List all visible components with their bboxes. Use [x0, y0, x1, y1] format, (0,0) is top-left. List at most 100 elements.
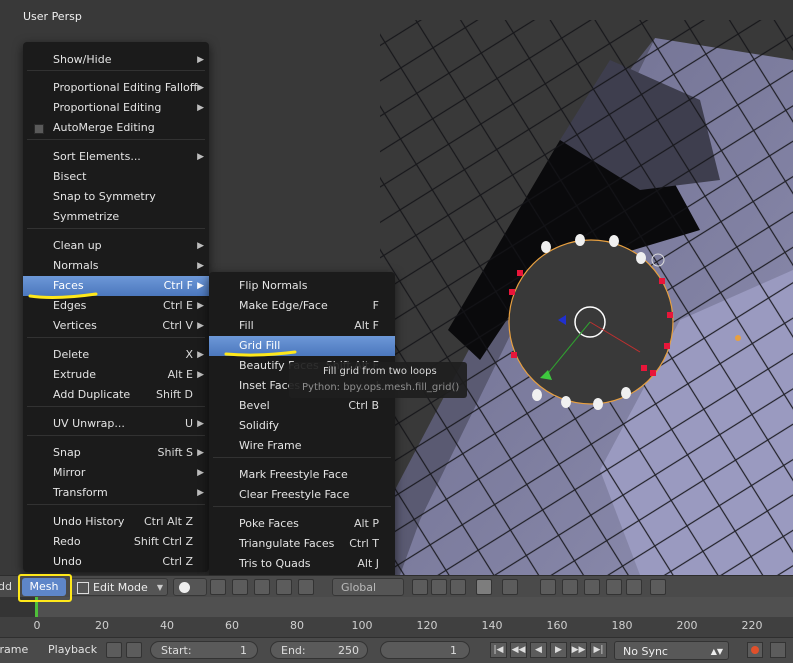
layers-icon[interactable] — [650, 579, 666, 595]
mesh-menu-item-normals[interactable]: Normals ▶ — [23, 256, 209, 276]
use-preview-range-icon[interactable] — [106, 642, 122, 658]
menu-separator — [27, 435, 205, 436]
timeline-strip[interactable] — [0, 597, 793, 617]
mesh-menu-item-redo[interactable]: Redo Shift Ctrl Z — [23, 532, 209, 552]
annotation-mesh-highlight — [18, 574, 72, 602]
mesh-menu-item-transform[interactable]: Transform ▶ — [23, 483, 209, 503]
sync-mode-selector[interactable]: No Sync ▲▼ — [614, 641, 729, 660]
mesh-menu-item-uv-unwrap[interactable]: UV Unwrap... U ▶ — [23, 414, 209, 434]
record-icon[interactable] — [747, 642, 763, 658]
mesh-menu-item-clean-up[interactable]: Clean up ▶ — [23, 236, 209, 256]
mesh-menu-item-vertices[interactable]: Vertices Ctrl V ▶ — [23, 316, 209, 336]
playback-menu[interactable]: Playback — [48, 643, 97, 656]
edit-mode-icon — [77, 582, 89, 594]
mesh-menu-item-snap-to-symmetry[interactable]: Snap to Symmetry — [23, 187, 209, 207]
start-frame-field[interactable]: Start: 1 — [150, 641, 258, 659]
mesh-menu-item-delete[interactable]: Delete X ▶ — [23, 345, 209, 365]
mesh-menu-item-undo-history[interactable]: Undo History Ctrl Alt Z — [23, 512, 209, 532]
mesh-menu-item-sort-elements[interactable]: Sort Elements... ▶ — [23, 147, 209, 167]
menu-item-shortcut: Ctrl F — [163, 279, 193, 292]
menu-item-shortcut: Ctrl Z — [162, 555, 193, 568]
jump-start-icon[interactable]: |◀ — [490, 642, 507, 658]
submenu-arrow-icon: ▶ — [197, 370, 204, 380]
mesh-menu-item-extrude[interactable]: Extrude Alt E ▶ — [23, 365, 209, 385]
faces-menu-item-triangulate-faces[interactable]: Triangulate Faces Ctrl T — [209, 534, 395, 554]
menu-item-shortcut: Alt P — [353, 517, 379, 530]
menu-item-shortcut: X — [185, 348, 193, 361]
menu-item-label: Extrude — [53, 368, 97, 381]
face-select-icon[interactable] — [450, 579, 466, 595]
mesh-menu-item-faces[interactable]: Faces Ctrl F ▶ — [23, 276, 209, 296]
faces-menu-item-fill[interactable]: Fill Alt F — [209, 316, 395, 336]
timeline-tick-label: 100 — [351, 619, 373, 632]
submenu-arrow-icon: ▶ — [197, 103, 204, 113]
manipulator-icon[interactable] — [232, 579, 248, 595]
snap-element-icon[interactable] — [562, 579, 578, 595]
menu-item-label: Proportional Editing Falloff — [53, 81, 198, 94]
chevron-down-icon: ▲▼ — [710, 647, 723, 656]
submenu-arrow-icon: ▶ — [197, 261, 204, 271]
mesh-menu-item-symmetrize[interactable]: Symmetrize — [23, 207, 209, 227]
rotate-icon[interactable] — [276, 579, 292, 595]
mesh-menu-item-add-duplicate[interactable]: Add Duplicate Shift D — [23, 385, 209, 405]
faces-menu-item-grid-fill[interactable]: Grid Fill — [209, 336, 395, 356]
menu-item-shortcut: Ctrl V — [162, 319, 193, 332]
snap-target-icon[interactable] — [584, 579, 600, 595]
timeline[interactable]: 0 20 40 60 80 100 120 140 160 180 200 220 — [0, 597, 793, 637]
menu-separator — [27, 70, 205, 71]
faces-menu-item-flip-normals[interactable]: Flip Normals — [209, 276, 395, 296]
faces-menu-item-tris-to-quads[interactable]: Tris to Quads Alt J — [209, 554, 395, 574]
orientation-selector[interactable]: Global — [332, 578, 404, 596]
next-keyframe-icon[interactable]: ▶▶ — [570, 642, 587, 658]
mesh-menu-item-show-hide[interactable]: Show/Hide ▶ — [23, 50, 209, 70]
faces-menu-item-wire-frame[interactable]: Wire Frame — [209, 436, 395, 456]
mode-selector[interactable]: Edit Mode ▼ — [70, 578, 168, 596]
pivot-icon[interactable] — [210, 579, 226, 595]
mesh-menu-item-proportional-editing-falloff[interactable]: Proportional Editing Falloff ▶ — [23, 78, 209, 98]
faces-menu-item-make-edge-face[interactable]: Make Edge/Face F — [209, 296, 395, 316]
camera-icon[interactable] — [626, 579, 642, 595]
jump-end-icon[interactable]: ▶| — [590, 642, 607, 658]
frame-menu[interactable]: Frame — [0, 643, 28, 656]
snap-icon[interactable] — [540, 579, 556, 595]
play-reverse-icon[interactable]: ◀ — [530, 642, 547, 658]
mesh-menu-item-undo[interactable]: Undo Ctrl Z — [23, 552, 209, 572]
submenu-arrow-icon: ▶ — [197, 419, 204, 429]
prev-keyframe-icon[interactable]: ◀◀ — [510, 642, 527, 658]
current-frame-field[interactable]: 1 — [380, 641, 470, 659]
faces-menu-item-poke-faces[interactable]: Poke Faces Alt P — [209, 514, 395, 534]
mode-label: Edit Mode — [93, 581, 148, 594]
scale-icon[interactable] — [298, 579, 314, 595]
orange-vertex — [735, 335, 741, 341]
menu-item-shortcut: Alt J — [357, 557, 379, 570]
menu-separator — [213, 506, 391, 507]
menu-item-label: Make Edge/Face — [239, 299, 328, 312]
faces-menu-item-solidify[interactable]: Solidify — [209, 416, 395, 436]
keying-set-icon[interactable] — [770, 642, 786, 658]
play-icon[interactable]: ▶ — [550, 642, 567, 658]
viewport-shading-selector[interactable] — [173, 578, 207, 596]
faces-menu-item-bevel[interactable]: Bevel Ctrl B — [209, 396, 395, 416]
mesh-menu-item-mirror[interactable]: Mirror ▶ — [23, 463, 209, 483]
checkbox-icon[interactable] — [34, 124, 44, 134]
mesh-menu-item-edges[interactable]: Edges Ctrl E ▶ — [23, 296, 209, 316]
view3d-header: Add Mesh Edit Mode ▼ Global — [0, 575, 793, 598]
render-icon[interactable] — [606, 579, 622, 595]
menu-item-label: Bisect — [53, 170, 87, 183]
mesh-menu-item-automerge-editing[interactable]: AutoMerge Editing — [23, 118, 209, 138]
mesh-menu-item-snap[interactable]: Snap Shift S ▶ — [23, 443, 209, 463]
edge-select-icon[interactable] — [431, 579, 447, 595]
proportional-edit-icon[interactable] — [502, 579, 518, 595]
add-menu-button[interactable]: Add — [0, 578, 14, 596]
translate-icon[interactable] — [254, 579, 270, 595]
chevron-down-icon: ▼ — [156, 583, 163, 592]
vertex-select-icon[interactable] — [412, 579, 428, 595]
lock-icon[interactable] — [126, 642, 142, 658]
limit-selection-icon[interactable] — [476, 579, 492, 595]
faces-menu-item-clear-freestyle-face[interactable]: Clear Freestyle Face — [209, 485, 395, 505]
end-frame-field[interactable]: End: 250 — [270, 641, 368, 659]
mesh-menu-item-bisect[interactable]: Bisect — [23, 167, 209, 187]
faces-menu-item-mark-freestyle-face[interactable]: Mark Freestyle Face — [209, 465, 395, 485]
mesh-menu-item-proportional-editing[interactable]: Proportional Editing ▶ — [23, 98, 209, 118]
menu-item-label: Symmetrize — [53, 210, 120, 223]
